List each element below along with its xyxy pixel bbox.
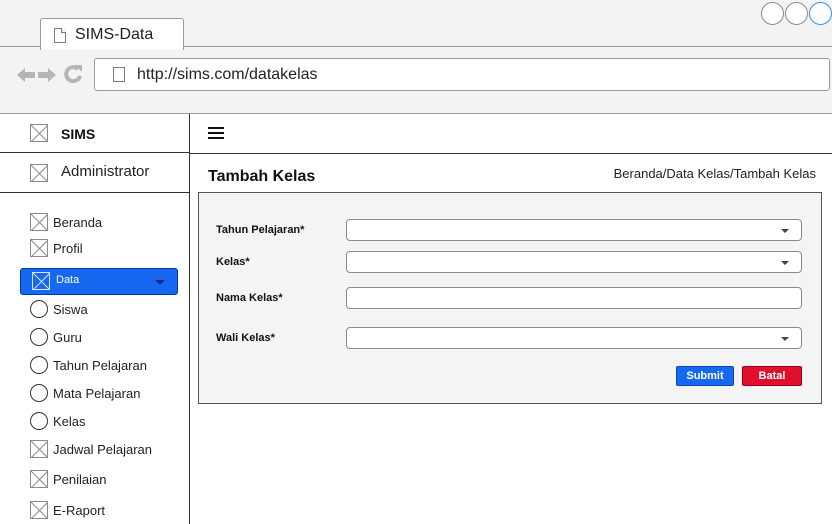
address-url: http://sims.com/datakelas <box>137 66 318 83</box>
placeholder-image-icon <box>30 213 48 231</box>
placeholder-image-icon <box>30 470 48 488</box>
sidebar-item-label: Penilaian <box>53 471 107 487</box>
wali-kelas-label: Wali Kelas* <box>216 332 275 344</box>
page-icon <box>54 28 66 43</box>
dropdown-caret-icon <box>781 261 789 265</box>
sidebar-item-guru[interactable]: Guru <box>30 326 82 348</box>
submit-button[interactable]: Submit <box>676 366 734 386</box>
user-avatar-icon <box>30 164 48 182</box>
tahun-pelajaran-select[interactable] <box>346 219 802 241</box>
sidebar-item-penilaian[interactable]: Penilaian <box>30 468 107 490</box>
dropdown-caret-icon <box>781 229 789 233</box>
sidebar-user: Administrator <box>0 153 190 193</box>
sidebar-item-beranda[interactable]: Beranda <box>30 211 102 233</box>
placeholder-image-icon <box>30 239 48 257</box>
sidebar-item-label: Siswa <box>53 301 88 317</box>
circle-icon <box>30 384 48 402</box>
sidebar-item-jadwal-pelajaran[interactable]: Jadwal Pelajaran <box>30 438 152 460</box>
sidebar-item-label: Tahun Pelajaran <box>53 357 147 373</box>
sidebar-item-data[interactable]: Data <box>20 268 178 295</box>
user-role: Administrator <box>61 163 150 180</box>
hamburger-menu-icon[interactable] <box>208 127 224 139</box>
address-bar[interactable]: http://sims.com/datakelas <box>94 58 830 91</box>
circle-icon <box>30 300 48 318</box>
circle-icon <box>30 328 48 346</box>
back-arrow-icon[interactable] <box>17 68 35 82</box>
kelas-select[interactable] <box>346 251 802 273</box>
minimize-button[interactable] <box>761 2 784 25</box>
sidebar-item-kelas[interactable]: Kelas <box>30 410 86 432</box>
dropdown-caret-icon <box>781 337 789 341</box>
sidebar-item-label: Guru <box>53 329 82 345</box>
sidebar-item-label: Jadwal Pelajaran <box>53 441 153 457</box>
brand-name: SIMS <box>61 126 96 142</box>
sidebar-item-label: Kelas <box>53 413 86 429</box>
nama-kelas-field[interactable] <box>346 287 802 309</box>
nama-kelas-input[interactable] <box>347 288 801 308</box>
sidebar: SIMS Administrator Beranda Profil Data S… <box>0 114 190 524</box>
circle-icon <box>30 412 48 430</box>
placeholder-image-icon <box>32 272 50 290</box>
close-button[interactable] <box>809 2 832 25</box>
page-title: Tambah Kelas <box>208 168 316 185</box>
maximize-button[interactable] <box>785 2 808 25</box>
sidebar-item-label: Data <box>56 274 80 286</box>
nama-kelas-label: Nama Kelas* <box>216 292 283 304</box>
sidebar-item-label: E-Raport <box>53 502 106 518</box>
page-icon <box>113 67 125 82</box>
sidebar-item-label: Mata Pelajaran <box>53 385 141 401</box>
wali-kelas-select[interactable] <box>346 327 802 349</box>
sidebar-item-tahun-pelajaran[interactable]: Tahun Pelajaran <box>30 354 147 376</box>
circle-icon <box>30 356 48 374</box>
sidebar-item-e-raport[interactable]: E-Raport <box>30 499 105 521</box>
window-controls <box>761 2 832 32</box>
browser-tab[interactable]: SIMS-Data <box>40 18 184 50</box>
sidebar-brand: SIMS <box>0 114 190 153</box>
chevron-down-icon <box>155 280 165 285</box>
sidebar-item-siswa[interactable]: Siswa <box>30 298 88 320</box>
kelas-label: Kelas* <box>216 256 250 268</box>
sidebar-item-profil[interactable]: Profil <box>30 237 83 259</box>
sidebar-item-mata-pelajaran[interactable]: Mata Pelajaran <box>30 382 140 404</box>
logo-placeholder-icon <box>30 124 48 142</box>
breadcrumb: Beranda/Data Kelas/Tambah Kelas <box>613 166 816 181</box>
tab-title: SIMS-Data <box>75 26 154 43</box>
sidebar-item-label: Profil <box>53 240 83 256</box>
forward-arrow-icon[interactable] <box>38 68 56 82</box>
placeholder-image-icon <box>30 440 48 458</box>
sidebar-item-label: Beranda <box>53 214 103 230</box>
top-navbar <box>190 114 832 154</box>
reload-icon[interactable] <box>63 63 83 85</box>
placeholder-image-icon <box>30 501 48 519</box>
tahun-pelajaran-label: Tahun Pelajaran* <box>216 224 305 236</box>
cancel-button[interactable]: Batal <box>742 366 802 386</box>
